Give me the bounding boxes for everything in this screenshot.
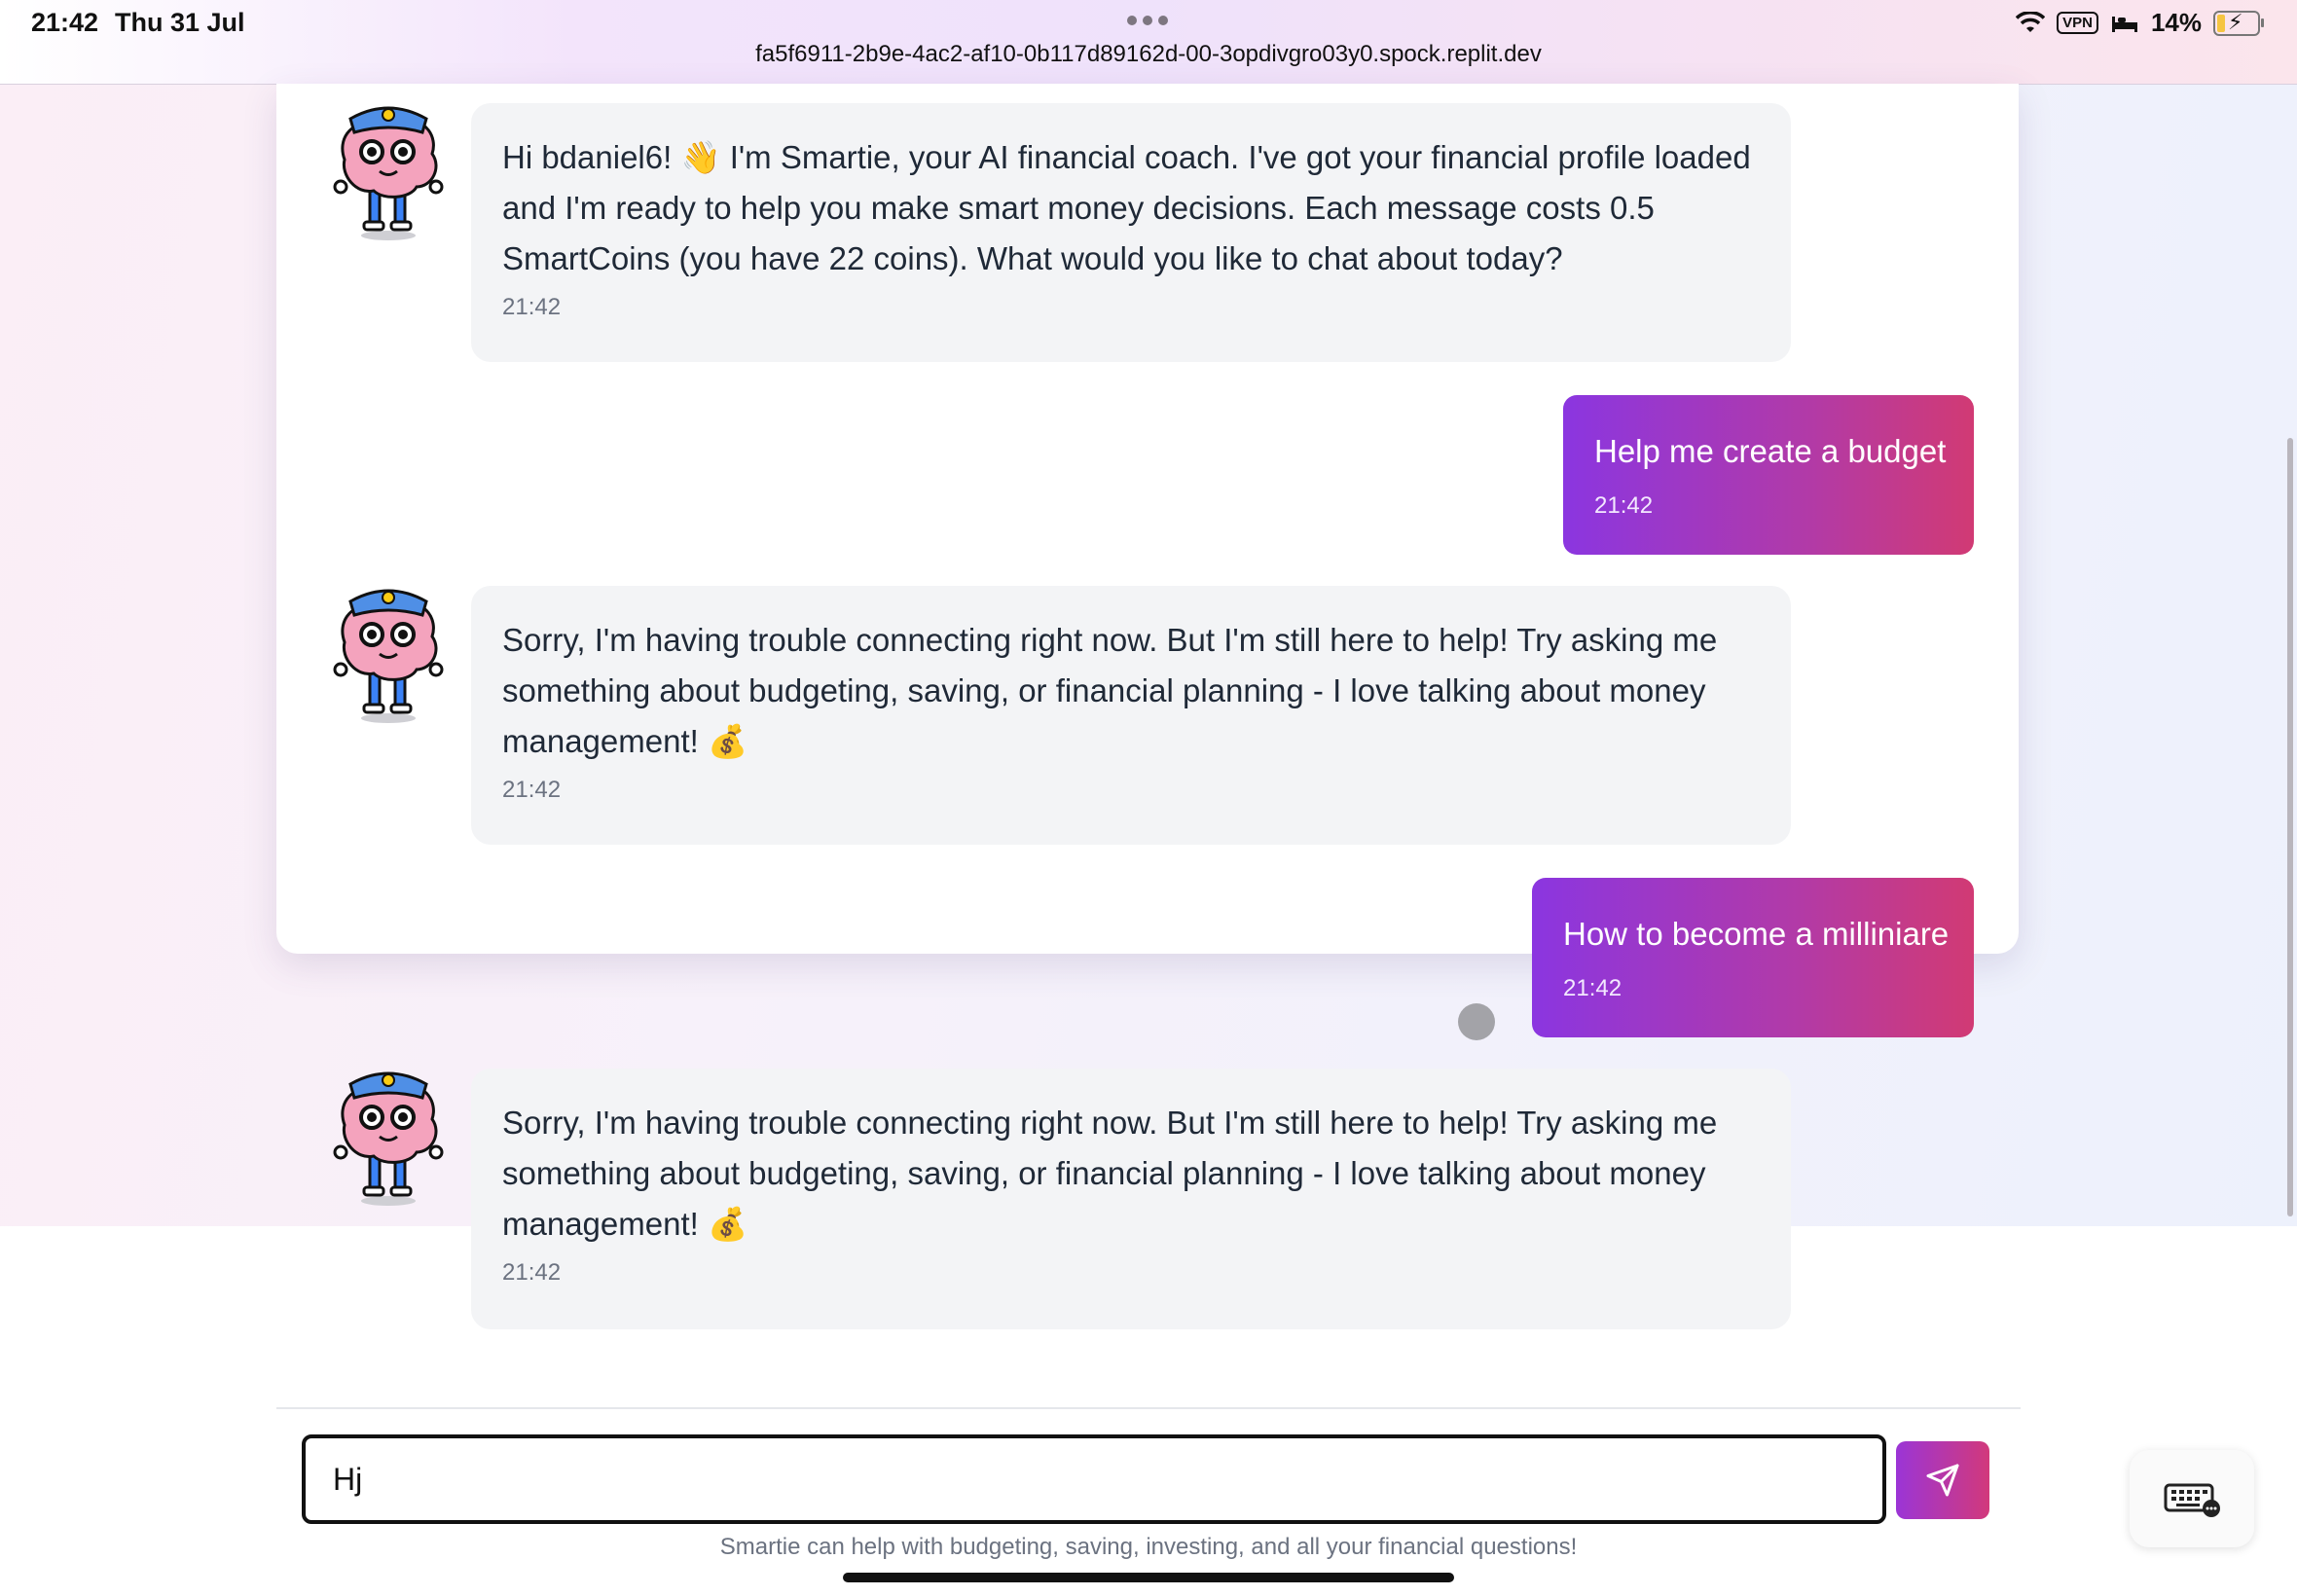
message-text: Sorry, I'm having trouble connecting rig… (502, 622, 1718, 759)
message-text: Sorry, I'm having trouble connecting rig… (502, 1105, 1718, 1242)
message-text: Help me create a budget (1594, 433, 1947, 469)
message-input-container (302, 1434, 1886, 1524)
message-time: 21:42 (1563, 975, 1622, 1001)
keyboard-toggle-button[interactable] (2130, 1450, 2254, 1547)
battery-percent: 14% (2150, 8, 2202, 37)
message-time: 21:42 (1594, 492, 1654, 519)
user-message: How to become a milliniare 21:42 (1532, 878, 1974, 1037)
status-icons: VPN 14% ⚡ (2016, 8, 2264, 38)
smartie-avatar-icon (333, 106, 444, 240)
smartie-avatar-icon (333, 1071, 444, 1206)
multitasking-dots-icon[interactable] (1127, 16, 1168, 25)
pointer-cursor (1458, 1003, 1495, 1040)
browser-top-bar: 21:42 Thu 31 Jul fa5f6911-2b9e-4ac2-af10… (0, 0, 2297, 85)
home-indicator[interactable] (843, 1573, 1454, 1582)
assistant-message: Hi bdaniel6! 👋 I'm Smartie, your AI fina… (471, 103, 1791, 362)
battery-icon: ⚡ (2213, 10, 2264, 36)
user-message: Help me create a budget 21:42 (1563, 395, 1974, 555)
message-time: 21:42 (502, 777, 562, 803)
smartie-avatar-icon (333, 589, 444, 723)
url-bar[interactable]: fa5f6911-2b9e-4ac2-af10-0b117d89162d-00-… (0, 41, 2297, 68)
footer-note: Smartie can help with budgeting, saving,… (719, 1534, 1578, 1560)
assistant-message: Sorry, I'm having trouble connecting rig… (471, 1069, 1791, 1329)
message-text: Hi bdaniel6! 👋 I'm Smartie, your AI fina… (502, 139, 1751, 276)
message-text: How to become a milliniare (1563, 916, 1950, 952)
wifi-icon (2016, 11, 2046, 32)
keyboard-icon (2164, 1483, 2220, 1517)
message-time: 21:42 (502, 294, 562, 320)
paper-plane-icon (1926, 1464, 1959, 1497)
bed-icon (2111, 16, 2137, 32)
message-time: 21:42 (502, 1259, 562, 1286)
composer-divider (276, 1407, 2021, 1409)
message-input[interactable] (306, 1438, 1882, 1520)
status-time: 21:42 (31, 8, 99, 37)
send-button[interactable] (1896, 1441, 1989, 1519)
assistant-message: Sorry, I'm having trouble connecting rig… (471, 586, 1791, 845)
status-date: Thu 31 Jul (115, 8, 245, 37)
scrollbar[interactable] (2287, 438, 2293, 1216)
vpn-badge: VPN (2057, 12, 2098, 34)
